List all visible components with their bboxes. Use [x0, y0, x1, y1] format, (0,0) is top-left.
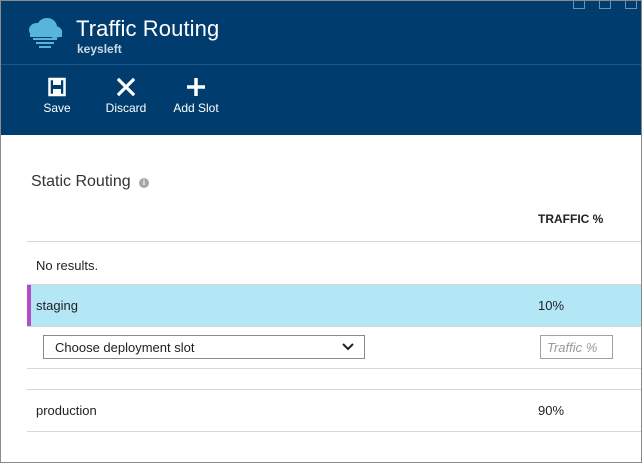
selection-accent: [27, 285, 31, 326]
discard-button[interactable]: Discard: [105, 77, 147, 121]
traffic-column-header: TRAFFIC %: [538, 212, 604, 226]
blade-title: Traffic Routing: [76, 16, 220, 41]
table-divider: [27, 389, 641, 390]
cloud-web-app-icon: [29, 18, 62, 48]
traffic-value-production: 90%: [538, 403, 565, 418]
save-button[interactable]: Save: [41, 77, 73, 121]
info-icon[interactable]: i: [139, 178, 149, 188]
save-button-label: Save: [43, 101, 71, 115]
table-divider: [27, 326, 641, 327]
empty-results-text: No results.: [36, 258, 99, 273]
section-title: Static Routing: [31, 173, 131, 190]
blade-header: Traffic Routing keysleft Save Discard Ad…: [1, 1, 641, 135]
window-control-minimize[interactable]: [573, 1, 585, 9]
table-divider: [27, 368, 641, 369]
table-divider: [27, 241, 641, 242]
window-control-close[interactable]: [625, 1, 637, 9]
traffic-value-staging: 10%: [538, 298, 565, 313]
slot-name-production: production: [36, 403, 97, 418]
window-control-maximize[interactable]: [599, 1, 611, 9]
slot-name-staging: staging: [36, 298, 78, 313]
plus-icon: [187, 78, 205, 96]
deployment-slot-select-value: Choose deployment slot: [55, 340, 195, 355]
save-icon: [48, 77, 66, 97]
chevron-down-icon: [342, 343, 354, 351]
discard-button-label: Discard: [105, 101, 147, 115]
header-divider: [1, 64, 641, 65]
add-slot-button-label: Add Slot: [173, 101, 219, 115]
traffic-routing-blade: Traffic Routing keysleft Save Discard Ad…: [0, 0, 642, 463]
traffic-percent-input[interactable]: [540, 335, 613, 359]
blade-subtitle: keysleft: [77, 42, 122, 56]
add-slot-button[interactable]: Add Slot: [171, 77, 221, 121]
close-icon: [117, 77, 135, 97]
table-divider: [27, 431, 641, 432]
deployment-slot-select[interactable]: Choose deployment slot: [43, 335, 365, 359]
